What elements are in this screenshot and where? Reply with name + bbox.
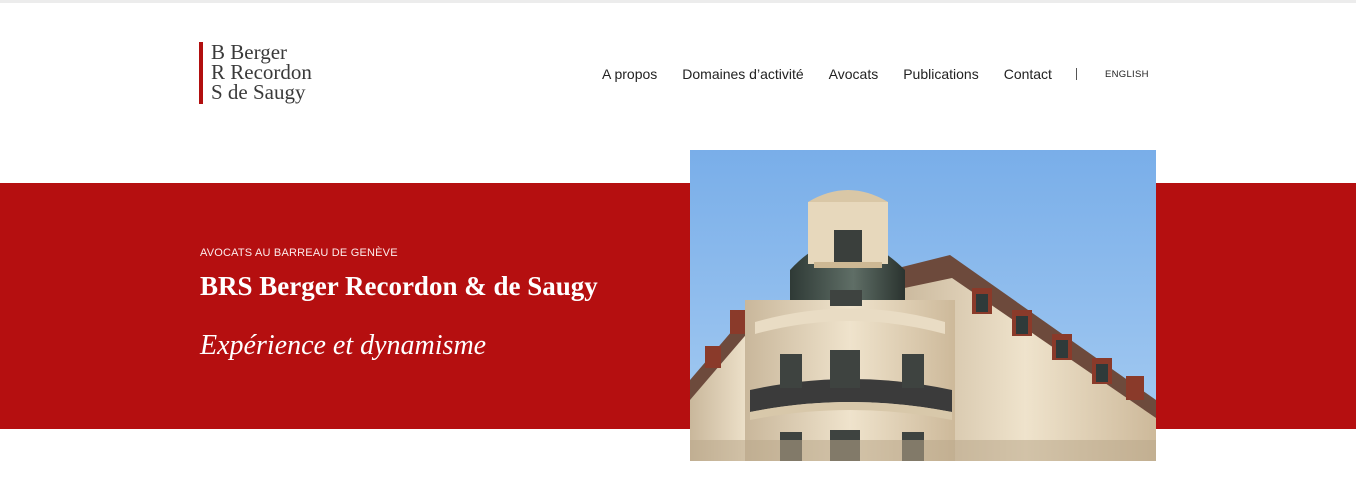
hero-text: AVOCATS AU BARREAU DE GENÈVE BRS Berger … [200,247,598,362]
main-nav: A propos Domaines d’activité Avocats Pub… [602,64,1149,84]
building-illustration [690,150,1156,461]
hero-building-photo [690,150,1156,461]
logo-line-2: R Recordon [211,60,312,84]
hero-eyebrow: AVOCATS AU BARREAU DE GENÈVE [200,247,398,259]
top-border [0,0,1356,3]
nav-item-contact[interactable]: Contact [1004,66,1052,82]
nav-item-domaines[interactable]: Domaines d’activité [682,66,803,82]
logo-bar [199,42,203,104]
nav-separator [1075,68,1077,80]
site-logo[interactable]: B Berger R Recordon S de Saugy [199,42,312,104]
logo-line-1: B Berger [211,40,288,64]
nav-item-avocats[interactable]: Avocats [829,66,879,82]
nav-item-a-propos[interactable]: A propos [602,66,657,82]
hero-title: BRS Berger Recordon & de Saugy [200,271,598,301]
logo-wordmark: B Berger R Recordon S de Saugy [211,42,312,104]
language-switch-english[interactable]: ENGLISH [1105,69,1149,80]
hero-tagline: Expérience et dynamisme [200,330,487,361]
logo-line-3: S de Saugy [211,80,306,104]
nav-item-publications[interactable]: Publications [903,66,979,82]
